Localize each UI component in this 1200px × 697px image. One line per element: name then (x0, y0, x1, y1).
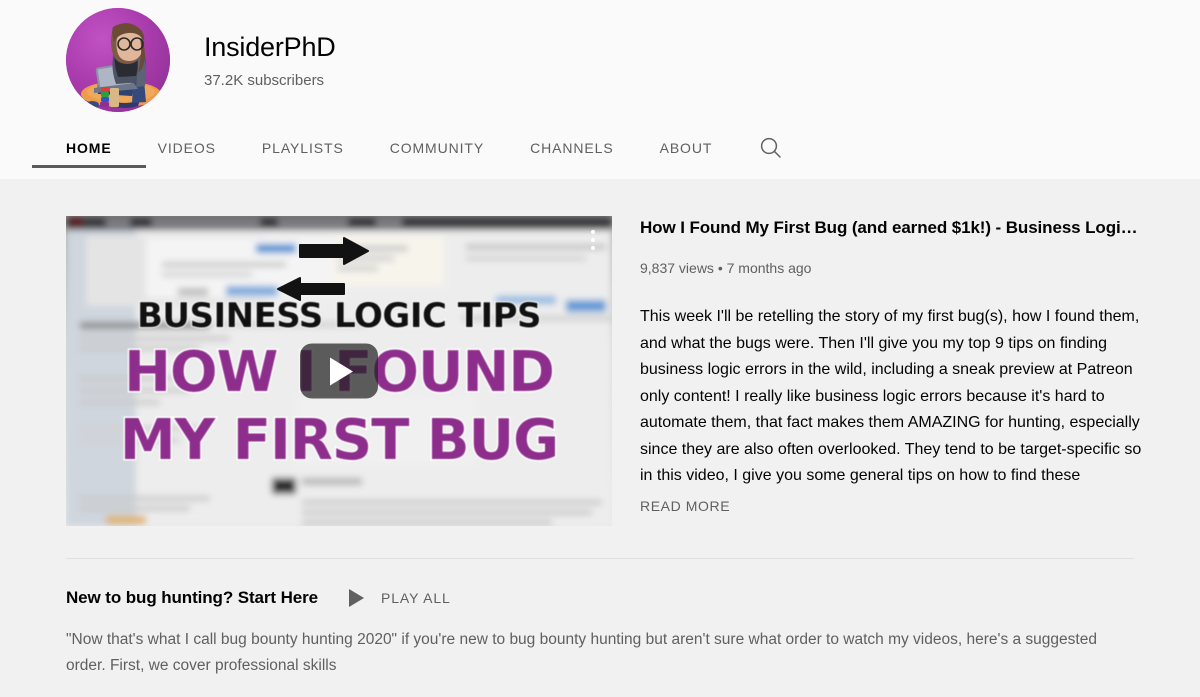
featured-video-details: How I Found My First Bug (and earned $1k… (640, 216, 1154, 526)
video-description: This week I'll be retelling the story of… (640, 308, 1142, 484)
tab-channels-label: CHANNELS (530, 140, 614, 156)
read-more-button[interactable]: READ MORE (640, 498, 741, 514)
kebab-dot (591, 246, 595, 250)
play-triangle (330, 357, 353, 385)
tab-channels[interactable]: CHANNELS (530, 121, 613, 179)
channel-header: InsiderPhD 37.2K subscribers HOME VIDEOS… (0, 0, 1200, 179)
play-icon (349, 589, 364, 607)
kebab-dot (591, 230, 595, 234)
search-icon[interactable] (758, 121, 784, 179)
video-title[interactable]: How I Found My First Bug (and earned $1k… (640, 216, 1154, 240)
tab-playlists[interactable]: PLAYLISTS (262, 121, 344, 179)
playlist-shelf-header: New to bug hunting? Start Here PLAY ALL (66, 587, 1134, 609)
more-options-icon[interactable] (591, 230, 595, 250)
tab-home-label: HOME (66, 140, 112, 156)
tab-videos[interactable]: VIDEOS (158, 121, 216, 179)
video-metadata: 9,837 views • 7 months ago (640, 258, 1154, 278)
subscriber-count: 37.2K subscribers (204, 71, 325, 89)
meta-separator: • (717, 260, 723, 276)
tab-community[interactable]: COMMUNITY (390, 121, 484, 179)
tab-community-label: COMMUNITY (389, 140, 485, 156)
active-tab-underline (32, 165, 146, 168)
playlist-title[interactable]: New to bug hunting? Start Here (66, 587, 318, 609)
play-button-icon[interactable] (300, 343, 378, 399)
channel-identity-row: InsiderPhD 37.2K subscribers (0, 0, 1200, 120)
channel-body: BUSINESS LOGIC TIPS HOW I FOUND MY FIRST… (0, 179, 1200, 679)
featured-video-row: BUSINESS LOGIC TIPS HOW I FOUND MY FIRST… (0, 179, 1200, 526)
avatar[interactable] (66, 8, 170, 112)
kebab-dot (591, 238, 595, 242)
playlist-shelf: New to bug hunting? Start Here PLAY ALL … (0, 559, 1200, 679)
publish-date: 7 months ago (726, 260, 812, 276)
playlist-description: "Now that's what I call bug bounty hunti… (66, 631, 1097, 674)
channel-tabs: HOME VIDEOS PLAYLISTS COMMUNITY CHANNELS… (0, 121, 1200, 179)
play-all-button[interactable]: PLAY ALL (349, 589, 451, 607)
thumbnail-headline-1: BUSINESS LOGIC TIPS (136, 295, 543, 337)
view-count: 9,837 views (640, 260, 714, 276)
tab-videos-label: VIDEOS (157, 140, 216, 156)
tab-about[interactable]: ABOUT (660, 121, 713, 179)
channel-identity-text: InsiderPhD 37.2K subscribers (204, 30, 336, 91)
arrow-right-icon (298, 236, 370, 271)
tab-about-label: ABOUT (659, 140, 713, 156)
thumbnail-headline-3: MY FIRST BUG (118, 407, 560, 475)
tab-playlists-label: PLAYLISTS (261, 140, 344, 156)
channel-name: InsiderPhD (204, 31, 336, 62)
tab-home[interactable]: HOME (32, 121, 146, 179)
play-all-label: PLAY ALL (381, 590, 451, 606)
featured-video-thumbnail[interactable]: BUSINESS LOGIC TIPS HOW I FOUND MY FIRST… (66, 216, 612, 526)
